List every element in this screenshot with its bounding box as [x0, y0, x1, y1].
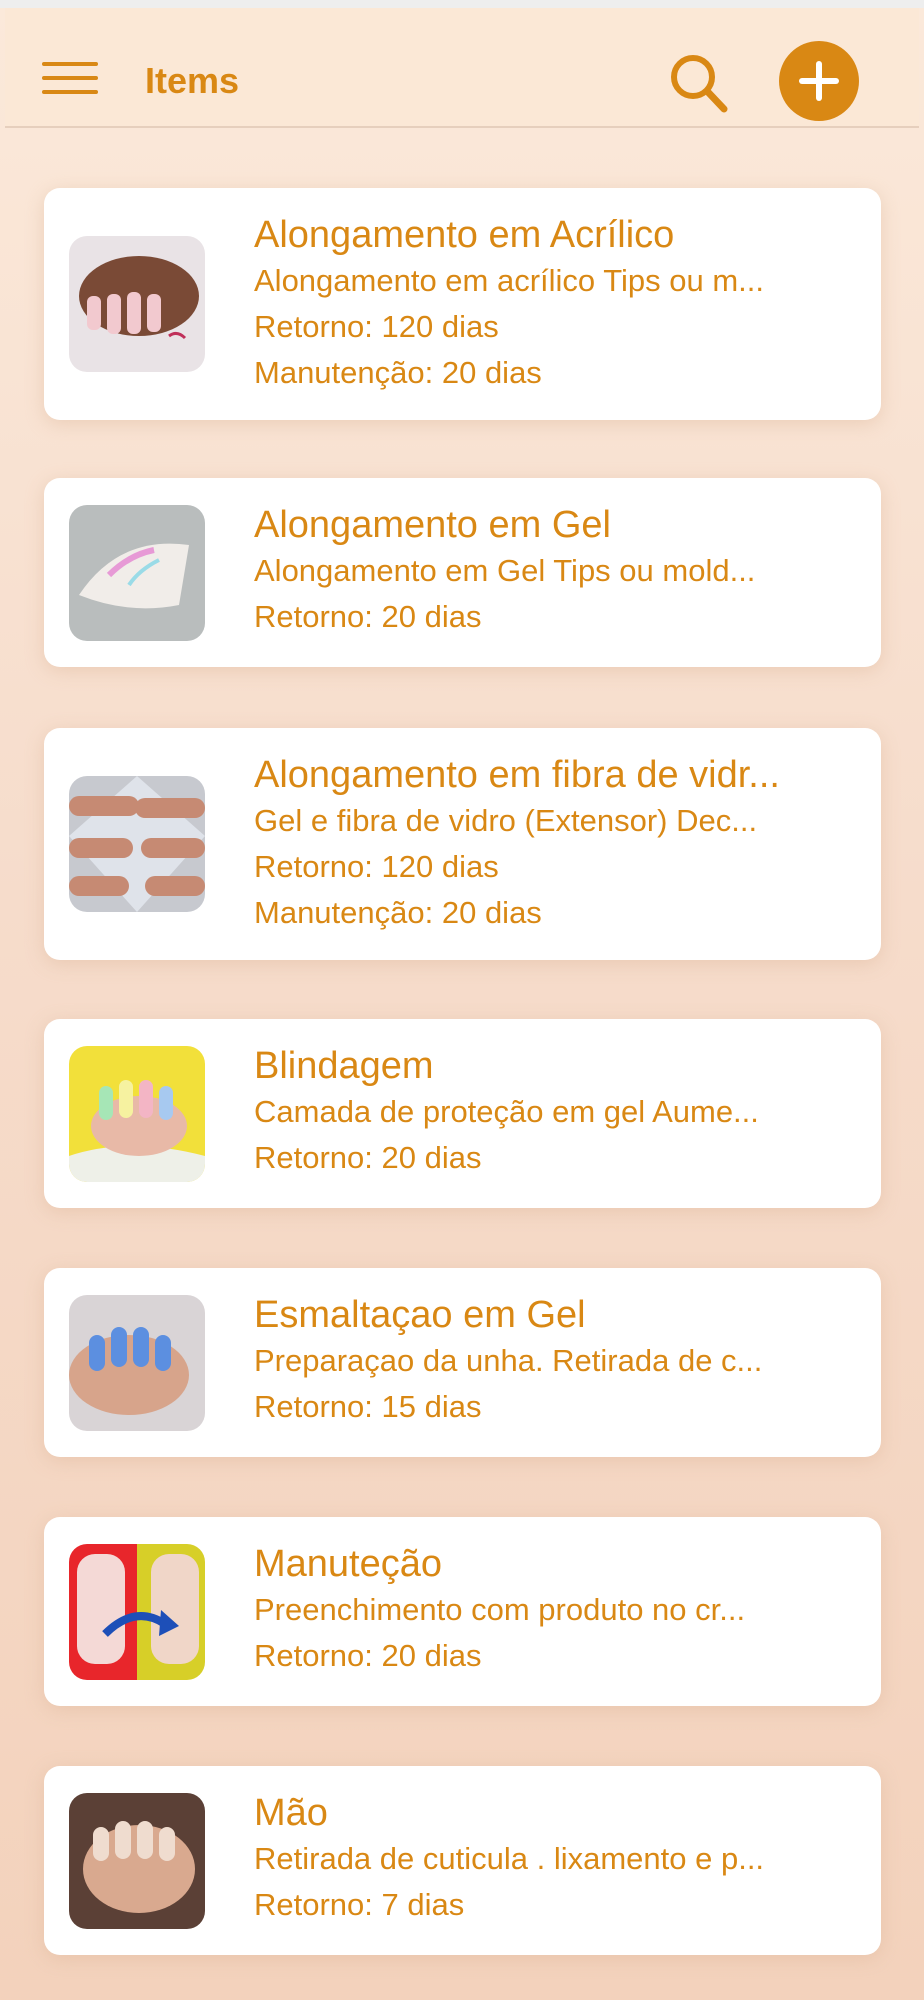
item-retorno: Retorno: 120 dias — [254, 309, 499, 344]
list-item[interactable]: Alongamento em Gel Alongamento em Gel Ti… — [44, 478, 881, 667]
item-title: Alongamento em Acrílico — [254, 214, 675, 256]
item-thumbnail — [69, 236, 205, 372]
item-thumbnail — [69, 505, 205, 641]
item-retorno: Retorno: 20 dias — [254, 599, 482, 634]
add-item-button[interactable] — [779, 41, 859, 121]
item-manutencao: Manutenção: 20 dias — [254, 895, 542, 930]
item-description: Retirada de cuticula . lixamento e p... — [254, 1841, 765, 1876]
item-title: Esmaltaçao em Gel — [254, 1294, 586, 1336]
item-retorno: Retorno: 7 dias — [254, 1887, 465, 1922]
item-description: Camada de proteção em gel Aume... — [254, 1094, 759, 1129]
item-retorno: Retorno: 15 dias — [254, 1389, 482, 1424]
item-thumbnail — [69, 1046, 205, 1182]
item-title: Alongamento em fibra de vidr... — [254, 754, 780, 796]
item-manutencao: Manutenção: 20 dias — [254, 355, 542, 390]
list-item[interactable]: Manuteção Preenchimento com produto no c… — [44, 1517, 881, 1706]
search-icon[interactable] — [666, 51, 732, 117]
list-item[interactable]: Blindagem Camada de proteção em gel Aume… — [44, 1019, 881, 1208]
item-description: Alongamento em Gel Tips ou mold... — [254, 553, 756, 588]
item-retorno: Retorno: 20 dias — [254, 1140, 482, 1175]
item-thumbnail — [69, 1544, 205, 1680]
item-title: Alongamento em Gel — [254, 504, 611, 546]
item-title: Blindagem — [254, 1045, 434, 1087]
list-item[interactable]: Alongamento em Acrílico Alongamento em a… — [44, 188, 881, 420]
list-item[interactable]: Mão Retirada de cuticula . lixamento e p… — [44, 1766, 881, 1955]
item-description: Alongamento em acrílico Tips ou m... — [254, 263, 765, 298]
item-thumbnail — [69, 1295, 205, 1431]
item-retorno: Retorno: 120 dias — [254, 849, 499, 884]
item-thumbnail — [69, 776, 205, 912]
plus-icon — [799, 61, 839, 101]
item-retorno: Retorno: 20 dias — [254, 1638, 482, 1673]
item-title: Mão — [254, 1792, 328, 1834]
item-description: Gel e fibra de vidro (Extensor) Dec... — [254, 803, 758, 838]
item-description: Preparaçao da unha. Retirada de c... — [254, 1343, 763, 1378]
status-strip — [0, 0, 924, 8]
list-item[interactable]: Alongamento em fibra de vidr... Gel e fi… — [44, 728, 881, 960]
hamburger-menu-icon[interactable] — [36, 58, 98, 98]
app-header: Items — [5, 8, 919, 128]
item-description: Preenchimento com produto no cr... — [254, 1592, 746, 1627]
item-title: Manuteção — [254, 1543, 443, 1585]
list-item[interactable]: Esmaltaçao em Gel Preparaçao da unha. Re… — [44, 1268, 881, 1457]
page-title: Items — [145, 60, 240, 101]
item-thumbnail — [69, 1793, 205, 1929]
